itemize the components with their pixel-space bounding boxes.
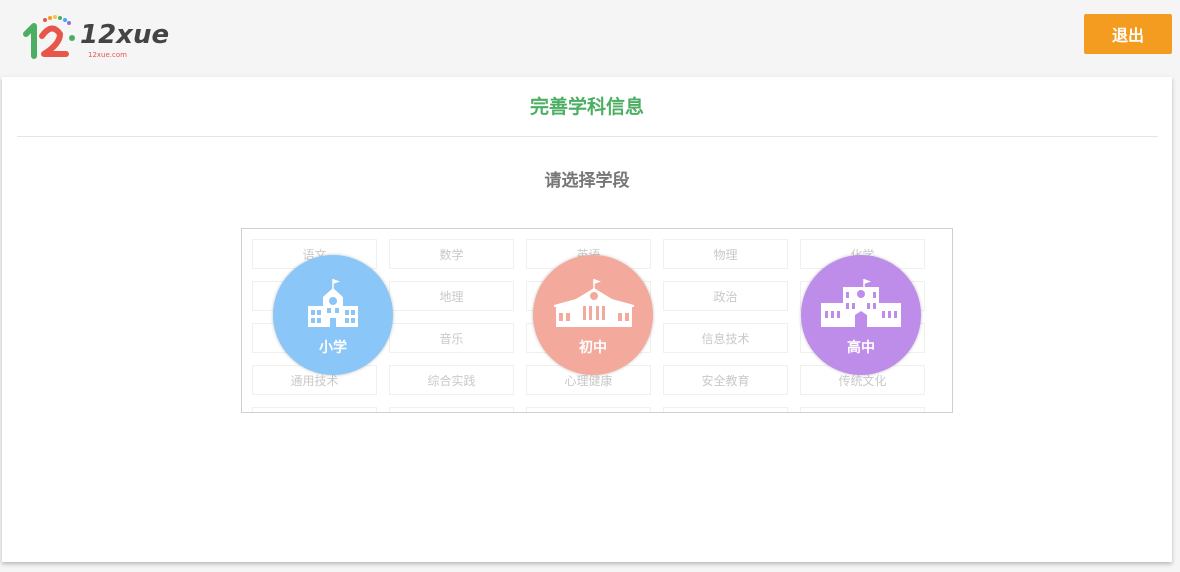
- stage-senior-button[interactable]: 高中: [801, 255, 921, 375]
- subject-item[interactable]: 物理: [663, 239, 788, 269]
- subject-item-partial: [389, 407, 514, 412]
- stage-label: 高中: [847, 340, 875, 356]
- main-card: 完善学科信息 请选择学段 语文 数学 英语 物理 化学 生物 地理 历史 政治 …: [2, 77, 1172, 562]
- subject-item-partial: [663, 407, 788, 412]
- page-title: 完善学科信息: [529, 96, 644, 118]
- stage-label: 小学: [319, 340, 347, 356]
- subject-item-partial: [800, 407, 925, 412]
- subject-item[interactable]: 音乐: [389, 323, 514, 353]
- logo[interactable]: 12xue 12xue.com: [22, 14, 169, 62]
- stage-prompt: 请选择学段: [544, 171, 630, 191]
- subject-item[interactable]: 数学: [389, 239, 514, 269]
- logo-text: 12xue: [80, 20, 170, 50]
- subject-item[interactable]: 综合实践: [389, 365, 514, 395]
- stage-label: 初中: [579, 340, 607, 356]
- logout-button[interactable]: 退出: [1084, 14, 1172, 54]
- subject-item[interactable]: 信息技术: [663, 323, 788, 353]
- title-divider: [17, 136, 1158, 137]
- subject-item-partial: [526, 407, 651, 412]
- logo-subtext: 12xue.com: [88, 51, 127, 59]
- subject-item[interactable]: 地理: [389, 281, 514, 311]
- subject-item[interactable]: 安全教育: [663, 365, 788, 395]
- school-building-icon: [308, 279, 358, 327]
- stage-primary-button[interactable]: 小学: [273, 255, 393, 375]
- school-building-icon: [554, 279, 634, 327]
- subject-item-partial: [252, 407, 377, 412]
- school-building-icon: [821, 279, 901, 327]
- subject-item[interactable]: 政治: [663, 281, 788, 311]
- stage-junior-button[interactable]: 初中: [533, 255, 653, 375]
